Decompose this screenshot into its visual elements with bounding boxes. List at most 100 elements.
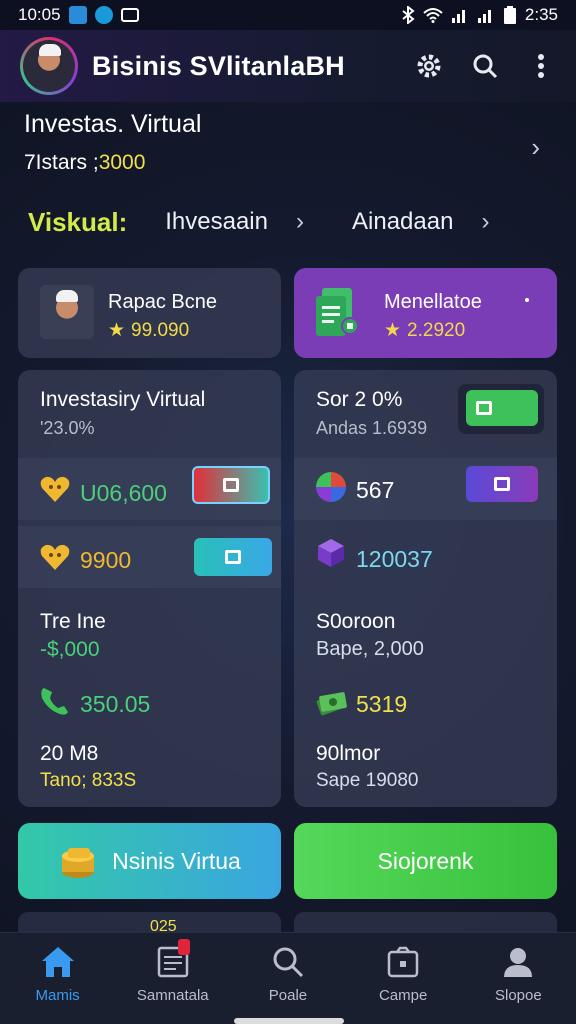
nav-item-profile[interactable]: Slopoe — [463, 945, 573, 1004]
nav-link-label: Ainadaan — [352, 208, 454, 235]
document-card[interactable]: Menellatoe ★ 2.2920 — [294, 268, 557, 358]
heart-coin-icon — [40, 544, 70, 570]
chevron-right-icon: › — [481, 208, 490, 235]
nav-item-label: Mamis — [35, 987, 80, 1004]
coin-stack-icon — [62, 848, 95, 878]
panel-title: Sor 2 0% — [316, 388, 403, 411]
wifi-icon — [423, 8, 443, 23]
messenger-notification-icon — [94, 6, 113, 24]
section-title: Investas. Virtual — [24, 110, 202, 138]
nav-item-label: Slopoe — [494, 987, 542, 1004]
investment-panel-left: Investasiry Virtual '23.0% U06,600 9900 … — [18, 370, 281, 807]
button-label: Nsinis Virtua — [112, 847, 241, 874]
footer-value: Sape 19080 — [316, 770, 419, 791]
nav-item-label: Poale — [268, 987, 308, 1004]
star-icon: ★ — [384, 320, 402, 341]
footer-value: Tano; 833S — [40, 770, 137, 791]
nav-label: Viskual: — [28, 206, 128, 237]
chevron-right-icon[interactable]: › — [531, 132, 540, 163]
gear-icon[interactable] — [414, 51, 444, 81]
phone-icon — [41, 688, 68, 715]
pie-chart-icon — [316, 472, 346, 502]
nav-item-label: Samnatala — [136, 987, 209, 1004]
toggle-button-green[interactable] — [466, 390, 538, 426]
notification-badge — [177, 939, 190, 955]
bottom-navigation: Mamis Samnatala Poale Campe Slopoe — [0, 932, 576, 1024]
card-title: Menellatoe — [384, 291, 482, 313]
footer-title: 90lmor — [316, 742, 381, 765]
category-nav: Viskual: Ihvesaain › Ainadaan › — [28, 200, 548, 244]
card-value: ★ 99.090 — [108, 319, 189, 342]
card-value-text: 2.2920 — [407, 320, 466, 341]
search-icon[interactable] — [470, 51, 500, 81]
mid-title: S0oroon — [316, 610, 396, 633]
square-icon — [476, 401, 492, 415]
status-bar: 10:05 2:35 — [0, 0, 576, 30]
home-indicator[interactable] — [234, 1018, 344, 1024]
trend-value: -$,000 — [40, 638, 100, 661]
card-value: ★ 2.2920 — [384, 319, 465, 342]
person-icon — [504, 948, 533, 977]
row-value: 567 — [356, 477, 395, 503]
trend-title: Tre Ine — [40, 610, 106, 633]
signal-icon — [451, 10, 465, 23]
panel-subtitle: '23.0% — [40, 418, 95, 438]
home-icon — [41, 947, 74, 977]
panel-subtitle: Andas 1.6939 — [316, 418, 428, 438]
app-bar: Bisinis SVlitanlaBH — [0, 30, 576, 102]
nav-link-label: Ihvesaain — [165, 208, 268, 235]
virtual-investment-button[interactable]: Nsinis Virtua — [18, 823, 281, 899]
nav-link-investasi[interactable]: Ihvesaain › — [165, 208, 352, 236]
nav-item-camera[interactable]: Campe — [348, 945, 458, 1004]
investment-panel-right: Sor 2 0% Andas 1.6939 567 120037 S0oroon… — [294, 370, 557, 807]
search-icon — [273, 947, 304, 978]
nav-item-samnatala[interactable]: Samnatala — [118, 939, 228, 1004]
row-value: 9900 — [80, 547, 132, 573]
nav-link-ainadaan[interactable]: Ainadaan › — [352, 208, 489, 236]
button-label: Siojorenk — [377, 847, 474, 874]
section-sub-value: 3000 — [98, 151, 146, 174]
avatar — [40, 285, 94, 339]
report-button[interactable]: Siojorenk — [294, 823, 557, 899]
status-time-right: 2:35 — [524, 5, 558, 24]
document-icon — [316, 288, 359, 336]
action-button-red[interactable] — [192, 466, 270, 504]
image-notification-icon — [120, 8, 139, 22]
more-vertical-icon[interactable] — [526, 51, 556, 81]
square-icon — [225, 550, 241, 564]
row-value: U06,600 — [80, 480, 167, 506]
status-time-left: 10:05 — [18, 5, 61, 24]
chevron-right-icon: › — [296, 208, 304, 235]
square-icon — [494, 477, 510, 491]
app-notification-icon — [68, 6, 87, 24]
star-icon: ★ — [108, 320, 126, 341]
investment-summary[interactable]: Investas. Virtual 7Istars ;3000 › — [24, 110, 554, 190]
heart-coin-icon — [40, 476, 70, 502]
indicator-dot — [525, 298, 529, 302]
section-subtitle: 7Istars ;3000 — [24, 151, 554, 175]
action-button-purple[interactable] — [466, 466, 538, 502]
signal-2-icon — [477, 10, 491, 23]
square-icon — [223, 478, 239, 492]
bluetooth-icon — [402, 6, 415, 24]
nav-item-label: Campe — [378, 987, 428, 1004]
cube-icon — [318, 539, 344, 567]
cash-icon — [316, 692, 347, 716]
row-value: 120037 — [356, 546, 433, 572]
panel-title: Investasiry Virtual — [40, 388, 206, 411]
battery-icon — [503, 6, 516, 24]
camera-icon — [387, 946, 419, 978]
profile-card[interactable]: Rapac Bcne ★ 99.090 — [18, 268, 281, 358]
nav-item-search[interactable]: Poale — [233, 945, 343, 1004]
row-value: 5319 — [356, 691, 408, 717]
action-button-teal[interactable] — [194, 538, 272, 576]
profile-avatar[interactable] — [20, 37, 78, 95]
section-sub-label: 7Istars ; — [24, 151, 99, 174]
app-title: Bisinis SVlitanlaBH — [92, 50, 345, 81]
nav-item-home[interactable]: Mamis — [3, 945, 113, 1004]
mid-value: Bape, 2,000 — [316, 638, 424, 660]
footer-title: 20 M8 — [40, 742, 99, 765]
card-value-text: 99.090 — [131, 320, 190, 341]
card-title: Rapac Bcne — [108, 291, 217, 313]
row-value: 350.05 — [80, 691, 151, 717]
